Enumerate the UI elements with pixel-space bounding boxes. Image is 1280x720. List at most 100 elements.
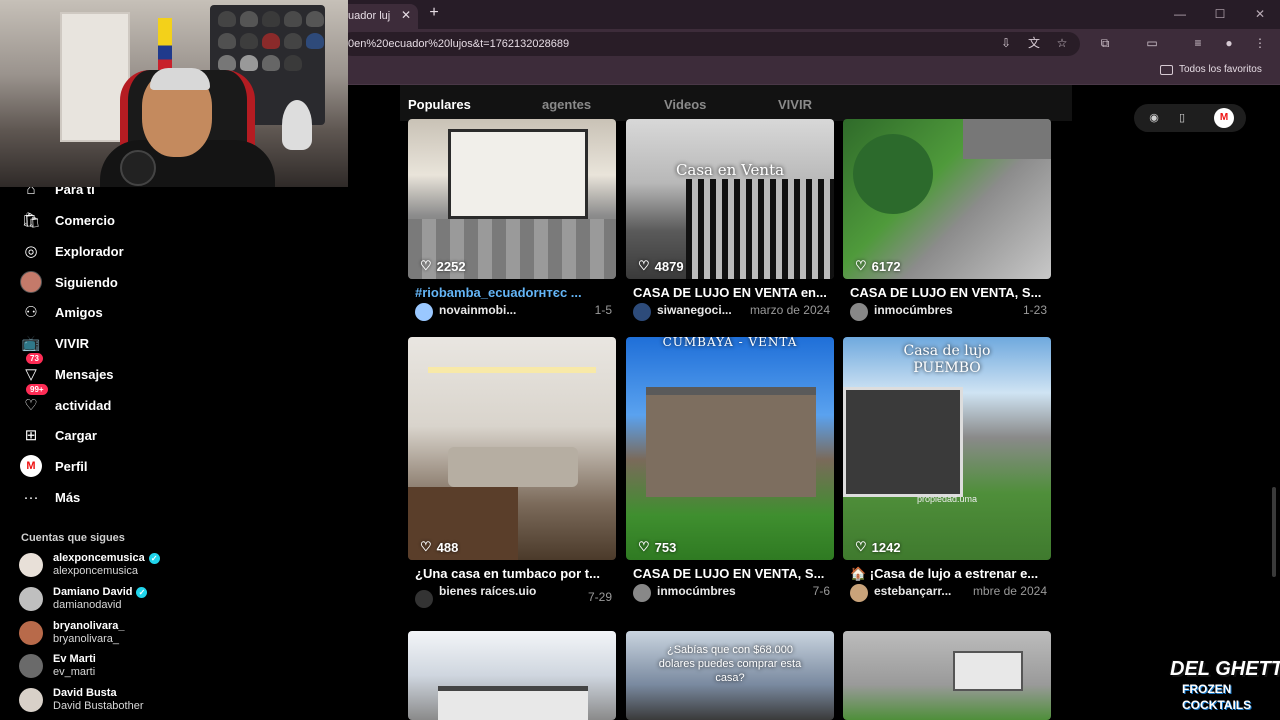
video-caption[interactable]: CASA DE LUJO EN VENTA en... <box>633 285 833 300</box>
sidebar-item-label: Amigos <box>55 304 103 320</box>
page-scrollbar[interactable] <box>1272 487 1276 577</box>
following-account[interactable]: Ev Marti ev_marti <box>19 652 96 680</box>
author-avatar[interactable] <box>633 584 651 602</box>
all-bookmarks-folder[interactable]: Todos los favoritos <box>1160 64 1262 75</box>
sidebar-item-actividad[interactable]: ♡ 99+ actividad <box>20 384 111 417</box>
likes-count: 1242 <box>871 539 901 555</box>
tab-videos[interactable]: Videos <box>664 97 706 112</box>
video-author[interactable]: inmocúmbres <box>874 303 953 318</box>
video-meta: estebançarr... mbre de 2024 <box>850 584 1055 602</box>
tab-agentes[interactable]: agentes <box>542 97 591 112</box>
account-handle: alexponcemusica <box>53 565 138 577</box>
profile-icon[interactable]: ● <box>1220 34 1238 52</box>
webcam-figure <box>282 100 312 150</box>
likes-count: 488 <box>436 539 459 555</box>
device-icon[interactable]: ▯ <box>1174 110 1190 126</box>
cap-shape <box>218 11 236 27</box>
sidebar-item-explorador[interactable]: ◎ Explorador <box>20 239 124 263</box>
video-caption[interactable]: CASA DE LUJO EN VENTA, S... <box>633 566 833 581</box>
following-account[interactable]: David Busta David Bustabother <box>19 686 144 714</box>
cast-icon[interactable]: ▭ <box>1143 34 1161 52</box>
video-thumbnail[interactable]: Casa en Venta ♡ 4879 <box>626 119 834 279</box>
sidebar-item-mas[interactable]: ··· Más <box>20 485 81 509</box>
author-avatar[interactable] <box>633 303 651 321</box>
video-author[interactable]: inmocúmbres <box>657 584 736 599</box>
sidebar-item-label: Explorador <box>55 243 124 259</box>
account-handle: damianodavid <box>53 599 122 611</box>
cap-shape <box>284 55 302 71</box>
video-caption[interactable]: #riobamba_ecuadorнтєc ... <box>415 285 615 300</box>
video-author[interactable]: siwanegoci... <box>657 303 732 318</box>
bookmark-star-icon[interactable]: ☆ <box>1053 34 1071 52</box>
video-author[interactable]: novainmobi... <box>439 303 516 318</box>
maximize-icon[interactable]: ☐ <box>1212 6 1228 22</box>
minimize-icon[interactable]: — <box>1172 6 1188 22</box>
video-caption[interactable]: CASA DE LUJO EN VENTA, S... <box>850 285 1050 300</box>
likes-counter: ♡ 2252 <box>420 258 466 274</box>
avatar <box>20 271 42 293</box>
video-thumbnail[interactable]: ¿Sabías que con $68.000 dolares puedes c… <box>626 631 834 720</box>
tab-vivir[interactable]: VIVIR <box>778 97 812 112</box>
new-tab-icon[interactable]: + <box>426 5 442 21</box>
close-window-icon[interactable]: ✕ <box>1252 6 1268 22</box>
account-name: David Busta <box>53 687 117 699</box>
top-controls: ◉ ▯ M <box>1134 104 1246 132</box>
video-thumbnail[interactable] <box>843 631 1051 720</box>
sidebar-item-mensajes[interactable]: ▽ 73 Mensajes <box>20 353 114 386</box>
tab-populares[interactable]: Populares <box>408 97 471 112</box>
sidebar-item-vivir[interactable]: 📺 VIVIR <box>20 331 89 355</box>
heart-icon: ♡ <box>420 258 432 273</box>
video-meta: novainmobi... 1-5 <box>415 303 620 321</box>
browser-tab[interactable]: uador luj ✕ <box>340 4 418 29</box>
following-account[interactable]: bryanolivara_ bryanolivara_ <box>19 619 125 647</box>
sidebar-item-perfil[interactable]: M Perfil <box>20 454 88 478</box>
video-thumbnail[interactable]: CUMBAYÁ - VENTA ♡ 753 <box>626 337 834 560</box>
following-account[interactable]: alexponcemusica ✓ alexponcemusica <box>19 551 160 579</box>
logo-line-3: COCKTAILS <box>1182 698 1252 712</box>
webcam-flag <box>158 18 172 73</box>
cap-shape <box>218 55 236 71</box>
cap-shape <box>240 55 258 71</box>
translate-icon[interactable]: 文 <box>1025 34 1043 52</box>
sidebar-item-comercio[interactable]: 🛍 Comercio <box>20 208 115 232</box>
video-thumbnail[interactable] <box>408 631 616 720</box>
avatar <box>19 553 43 577</box>
eye-icon[interactable]: ◉ <box>1146 110 1162 126</box>
video-caption[interactable]: 🏠 ¡Casa de lujo a estrenar e... <box>850 566 1050 582</box>
media-icon[interactable]: ≡ <box>1189 34 1207 52</box>
activity-badge: 99+ <box>26 384 48 395</box>
video-thumbnail[interactable]: ♡ 488 <box>408 337 616 560</box>
sidebar-item-amigos[interactable]: ⚇ Amigos <box>20 300 103 324</box>
upload-icon: ⊞ <box>24 427 38 444</box>
close-tab-icon[interactable]: ✕ <box>398 7 414 23</box>
author-avatar[interactable] <box>850 303 868 321</box>
sidebar-item-siguiendo[interactable]: Siguiendo <box>20 270 118 294</box>
video-thumbnail[interactable]: Casa de lujo PUEMBO propiedad.uma ♡ 1242 <box>843 337 1051 560</box>
author-avatar[interactable] <box>415 303 433 321</box>
author-avatar[interactable] <box>415 590 433 608</box>
extensions-icon[interactable]: ⧉ <box>1096 34 1114 52</box>
heart-icon: ♡ <box>855 539 867 554</box>
thumb-roof-shape <box>963 119 1051 159</box>
sidebar-item-label: Perfil <box>55 458 88 474</box>
following-account[interactable]: Damiano David ✓ damianodavid <box>19 585 148 613</box>
folder-icon <box>1160 64 1173 75</box>
thumb-overlay-text: ¿Sabías que con $68.000 dolares puedes c… <box>658 644 802 684</box>
author-avatar[interactable] <box>850 584 868 602</box>
account-name: alexponcemusica <box>53 552 145 564</box>
video-thumbnail[interactable]: ♡ 6172 <box>843 119 1051 279</box>
avatar <box>19 587 43 611</box>
video-author[interactable]: estebançarr... <box>874 584 951 599</box>
sidebar-item-cargar[interactable]: ⊞ Cargar <box>20 423 97 447</box>
account-handle: David Bustabother <box>53 700 144 712</box>
video-author[interactable]: bienes raíces.uio <box>439 584 536 599</box>
address-bar[interactable]: 0en%20ecuador%20lujos&t=1762132028689 <box>340 32 1080 56</box>
sidebar-item-label: Siguiendo <box>55 274 118 290</box>
likes-count: 6172 <box>871 258 901 274</box>
video-caption[interactable]: ¿Una casa en tumbaco por t... <box>415 566 615 581</box>
profile-avatar[interactable]: M <box>1214 108 1234 128</box>
live-tv-icon: 📺 <box>21 335 41 352</box>
install-app-icon[interactable]: ⇩ <box>997 34 1015 52</box>
video-thumbnail[interactable]: ♡ 2252 <box>408 119 616 279</box>
menu-kebab-icon[interactable]: ⋮ <box>1251 34 1269 52</box>
